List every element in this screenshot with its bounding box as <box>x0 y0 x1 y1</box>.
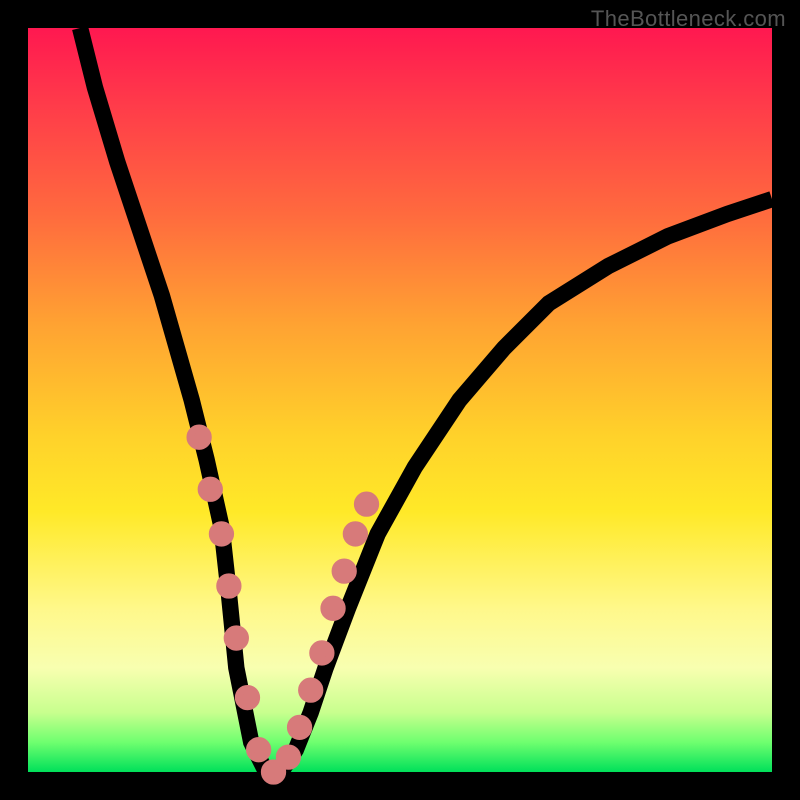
marker-dot <box>227 629 245 647</box>
marker-dot <box>279 748 297 766</box>
marker-dot <box>346 525 364 543</box>
marker-dot <box>324 599 342 617</box>
chart-frame: TheBottleneck.com <box>0 0 800 800</box>
marker-dot <box>335 562 353 580</box>
marker-dot <box>239 689 257 707</box>
chart-svg <box>28 28 772 772</box>
watermark-text: TheBottleneck.com <box>591 6 786 32</box>
plot-area <box>28 28 772 772</box>
marker-dot <box>302 681 320 699</box>
marker-dot <box>250 741 268 759</box>
marker-dot <box>291 718 309 736</box>
marker-dot <box>358 495 376 513</box>
bottleneck-curve-path <box>80 28 772 772</box>
marker-dot <box>213 525 231 543</box>
marker-dot <box>220 577 238 595</box>
marker-dot <box>190 428 208 446</box>
marker-dot <box>201 480 219 498</box>
marker-dot <box>313 644 331 662</box>
